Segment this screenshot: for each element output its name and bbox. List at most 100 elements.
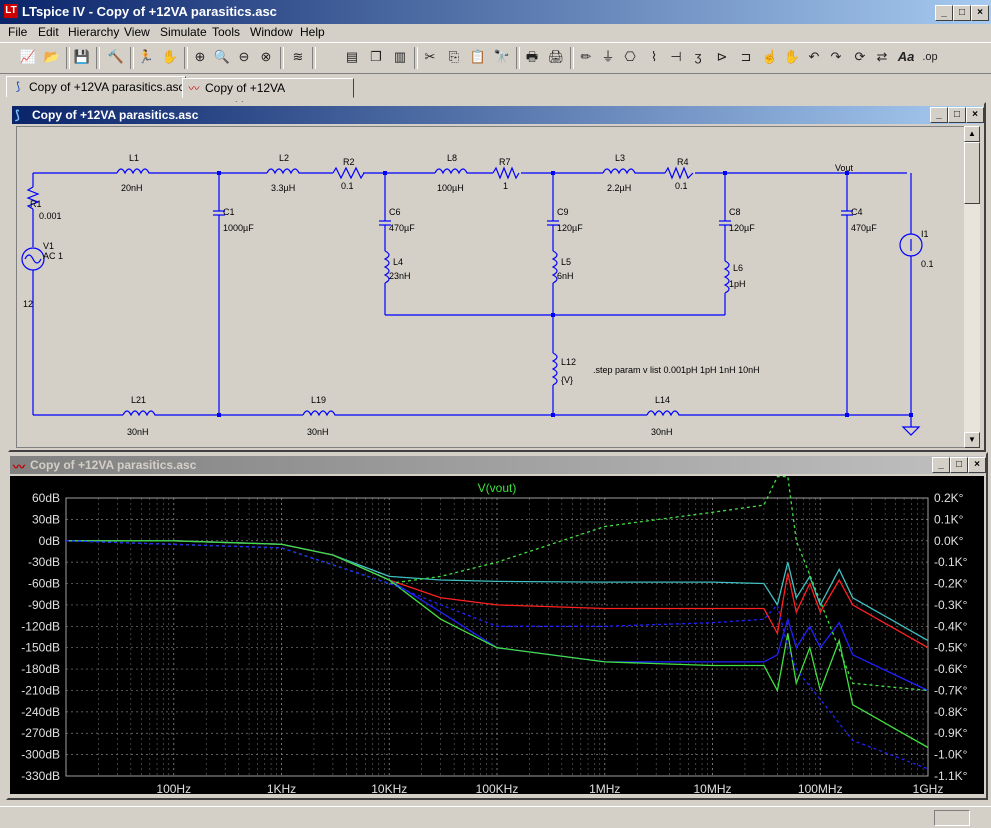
cascade-icon[interactable]: ❐	[366, 47, 386, 67]
y-tick-label: -120dB	[21, 619, 60, 633]
value-l1: 20nH	[121, 183, 143, 193]
menu-hierarchy[interactable]: Hierarchy	[68, 25, 119, 39]
spice-directive[interactable]: .step param v list 0.001pH 1pH 1nH 10nH	[593, 365, 760, 375]
label-vout: Vout	[835, 163, 854, 173]
y2-tick-label: -0.4K°	[934, 619, 968, 633]
scroll-down-icon[interactable]: ▼	[964, 432, 980, 448]
diode-icon[interactable]: ⊳	[712, 47, 732, 67]
label-c6: C6	[389, 207, 401, 217]
close-icon[interactable]: ×	[966, 107, 984, 123]
value-r2: 0.1	[341, 181, 354, 191]
zoom-cancel-icon[interactable]: ⊗	[256, 47, 276, 67]
tile-horizontal-icon[interactable]: ▤	[342, 47, 362, 67]
y-tick-label: -60dB	[28, 577, 60, 591]
schematic-window-title-bar[interactable]: ⟆ Copy of +12VA parasitics.asc _ □ ×	[12, 106, 984, 124]
waveform-window-title-bar[interactable]: 〰 Copy of +12VA parasitics.asc _ □ ×	[10, 456, 986, 474]
restore-icon[interactable]: □	[948, 107, 966, 123]
find-icon[interactable]: 🔭	[492, 47, 512, 67]
ground-icon[interactable]: ⏚	[598, 47, 618, 67]
control-panel-icon[interactable]: 🔨	[106, 47, 126, 67]
redo-icon[interactable]: ↷	[826, 47, 846, 67]
ltspice-icon[interactable]: LT	[4, 4, 18, 18]
zoom-in-icon[interactable]: ⊕	[190, 47, 210, 67]
y-tick-label: -270dB	[21, 726, 60, 740]
minimize-icon[interactable]: _	[932, 457, 950, 473]
schematic-canvas[interactable]: L1 20nH R1 0.001 V1 AC 1 12 C1 1000µF L2…	[16, 126, 974, 448]
scroll-up-icon[interactable]: ▲	[964, 126, 980, 142]
bode-plot[interactable]: 60dB 0.2K° 30dB 0.1K° 0dB 0.0K° -30dB -0.1K° -60…	[10, 476, 984, 794]
menu-tools[interactable]: Tools	[212, 25, 240, 39]
mirror-icon[interactable]: ⇄	[872, 47, 892, 67]
app-title-bar[interactable]: LT LTspice IV - Copy of +12VA parasitics…	[0, 0, 991, 24]
close-icon[interactable]: ×	[968, 457, 986, 473]
label-l4: L4	[393, 257, 403, 267]
value-l3: 2.2µH	[607, 183, 631, 193]
value-l19: 30nH	[307, 427, 329, 437]
y2-tick-label: 0.0K°	[934, 534, 964, 548]
tile-vertical-icon[interactable]: ▥	[390, 47, 410, 67]
minimize-icon[interactable]: _	[935, 5, 953, 21]
value-c4: 470µF	[851, 223, 877, 233]
y-tick-label: -240dB	[21, 705, 60, 719]
menu-edit[interactable]: Edit	[38, 25, 59, 39]
cut-icon[interactable]: ✂	[420, 47, 440, 67]
draw-wire-icon[interactable]: ✏	[576, 47, 596, 67]
halt-icon[interactable]: ✋	[160, 47, 180, 67]
menu-view[interactable]: View	[124, 25, 150, 39]
document-tabs: ⟆ Copy of +12VA parasitics.asc 〰 Copy of…	[0, 74, 991, 113]
undo-icon[interactable]: ↶	[804, 47, 824, 67]
inductor-icon[interactable]: ʒ	[688, 47, 708, 67]
resistor-icon[interactable]: ⌇	[644, 47, 664, 67]
waveform-icon: 〰	[188, 83, 200, 95]
maximize-icon[interactable]: □	[953, 5, 971, 21]
component-icon[interactable]: ⊐	[736, 47, 756, 67]
value-c6: 470µF	[389, 223, 415, 233]
value-l14: 30nH	[651, 427, 673, 437]
rotate-icon[interactable]: ⟳	[850, 47, 870, 67]
save-icon[interactable]: 💾	[72, 47, 92, 67]
run-icon[interactable]: 🏃	[136, 47, 156, 67]
tab-waveform[interactable]: 〰 Copy of +12VA parasitics.asc	[182, 78, 354, 113]
waveform-plot[interactable]: 60dB 0.2K° 30dB 0.1K° 0dB 0.0K° -30dB -0.1K° -60…	[10, 476, 984, 794]
menu-window[interactable]: Window	[250, 25, 293, 39]
open-icon[interactable]: 📂	[42, 47, 62, 67]
drag-icon[interactable]: ✋	[782, 47, 802, 67]
app-title: LTspice IV - Copy of +12VA parasitics.as…	[22, 4, 277, 19]
print-setup-icon[interactable]: 🖶	[522, 47, 542, 67]
status-bar	[0, 806, 991, 828]
paste-icon[interactable]: 📋	[468, 47, 488, 67]
print-icon[interactable]: 🖨	[546, 47, 566, 67]
menu-simulate[interactable]: Simulate	[160, 25, 207, 39]
label-r2: R2	[343, 157, 355, 167]
label-net-icon[interactable]: ⎔	[620, 47, 640, 67]
minimize-icon[interactable]: _	[930, 107, 948, 123]
scroll-thumb[interactable]	[964, 142, 980, 204]
text-icon[interactable]: Aa	[896, 47, 916, 67]
y-tick-label: 60dB	[32, 491, 60, 505]
menu-file[interactable]: File	[8, 25, 27, 39]
schematic-vertical-scrollbar[interactable]: ▲ ▼	[964, 126, 980, 448]
y-tick-label: -300dB	[21, 748, 60, 762]
zoom-out-icon[interactable]: 🔍	[212, 47, 232, 67]
label-c4: C4	[851, 207, 863, 217]
menu-help[interactable]: Help	[300, 25, 325, 39]
value-l5: 6nH	[557, 271, 574, 281]
schematic-window[interactable]: ⟆ Copy of +12VA parasitics.asc _ □ × L1 …	[8, 102, 986, 452]
label-c1: C1	[223, 207, 235, 217]
autorange-icon[interactable]: ≋	[288, 47, 308, 67]
tab-schematic[interactable]: ⟆ Copy of +12VA parasitics.asc	[6, 76, 186, 97]
y2-tick-label: -0.9K°	[934, 726, 968, 740]
zoom-fit-icon[interactable]: ⊖	[234, 47, 254, 67]
move-icon[interactable]: ☝	[760, 47, 780, 67]
y-tick-label: 0dB	[39, 534, 60, 548]
spice-directive-icon[interactable]: .op	[920, 47, 940, 67]
capacitor-icon[interactable]: ⊣	[666, 47, 686, 67]
close-icon[interactable]: ×	[971, 5, 989, 21]
waveform-window[interactable]: 〰 Copy of +12VA parasitics.asc _ □ × 60d…	[6, 452, 988, 800]
y2-tick-label: -0.6K°	[934, 662, 968, 676]
restore-icon[interactable]: □	[950, 457, 968, 473]
schematic-icon: ⟆	[15, 108, 20, 122]
schematic-icon: ⟆	[15, 81, 21, 93]
copy-icon[interactable]: ⎘	[444, 47, 464, 67]
new-schematic-icon[interactable]: 📈	[18, 47, 38, 67]
